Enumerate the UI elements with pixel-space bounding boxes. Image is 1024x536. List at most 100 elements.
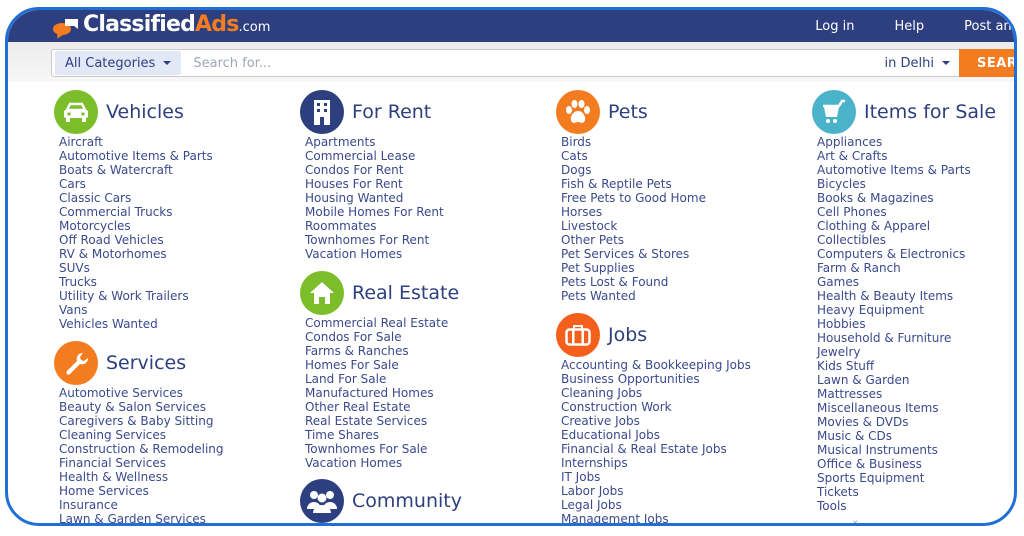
list-item[interactable]: Collectibles — [817, 233, 996, 247]
list-item[interactable]: Lawn & Garden — [817, 373, 996, 387]
list-item[interactable]: Farms & Ranches — [305, 344, 459, 358]
section-title[interactable]: Pets — [608, 101, 648, 123]
list-item[interactable]: Construction & Remodeling — [59, 442, 224, 456]
list-item[interactable]: Commercial Lease — [305, 149, 444, 163]
list-item[interactable]: Dogs — [561, 163, 706, 177]
list-item[interactable]: Pets Wanted — [561, 289, 706, 303]
list-item[interactable]: Houses For Rent — [305, 177, 444, 191]
list-item[interactable]: Commercial Real Estate — [305, 316, 459, 330]
list-item[interactable]: Office & Business — [817, 457, 996, 471]
list-item[interactable]: Kids Stuff — [817, 359, 996, 373]
list-item[interactable]: Pets Lost & Found — [561, 275, 706, 289]
list-item[interactable]: Motorcycles — [59, 219, 213, 233]
list-item[interactable]: Cars — [59, 177, 213, 191]
list-item[interactable]: Utility & Work Trailers — [59, 289, 213, 303]
list-item[interactable]: Miscellaneous Items — [817, 401, 996, 415]
section-title[interactable]: Jobs — [608, 324, 647, 346]
list-item[interactable]: Lawn & Garden Services — [59, 512, 224, 523]
list-item[interactable]: Art & Crafts — [817, 149, 996, 163]
list-item[interactable]: Financial & Real Estate Jobs — [561, 442, 751, 456]
list-item[interactable]: Free Pets to Good Home — [561, 191, 706, 205]
list-item[interactable]: Horses — [561, 205, 706, 219]
list-item[interactable]: Sports Equipment — [817, 471, 996, 485]
login-link[interactable]: Log in — [815, 19, 854, 34]
list-item[interactable]: Vacation Homes — [305, 247, 444, 261]
list-item[interactable]: Appliances — [817, 135, 996, 149]
list-item[interactable]: IT Jobs — [561, 470, 751, 484]
list-item[interactable]: Other Real Estate — [305, 400, 459, 414]
section-title[interactable]: Vehicles — [106, 101, 184, 123]
list-item[interactable]: Games — [817, 275, 996, 289]
list-item[interactable]: Educational Jobs — [561, 428, 751, 442]
category-select[interactable]: All Categories — [55, 51, 182, 75]
list-item[interactable]: Vans — [59, 303, 213, 317]
list-item[interactable]: Cell Phones — [817, 205, 996, 219]
list-item[interactable]: Classic Cars — [59, 191, 213, 205]
section-title[interactable]: For Rent — [352, 101, 431, 123]
list-item[interactable]: Aircraft — [59, 135, 213, 149]
list-item[interactable]: Hobbies — [817, 317, 996, 331]
list-item[interactable]: Time Shares — [305, 428, 459, 442]
list-item[interactable]: Jewelry — [817, 345, 996, 359]
list-item[interactable]: SUVs — [59, 261, 213, 275]
list-item[interactable]: Fish & Reptile Pets — [561, 177, 706, 191]
list-item[interactable]: Management Jobs — [561, 512, 751, 523]
list-item[interactable]: RV & Motorhomes — [59, 247, 213, 261]
list-item[interactable]: Condos For Sale — [305, 330, 459, 344]
list-item[interactable]: Books & Magazines — [817, 191, 996, 205]
list-item[interactable]: Townhomes For Rent — [305, 233, 444, 247]
list-item[interactable]: Automotive Items & Parts — [817, 163, 996, 177]
list-item[interactable]: Bicycles — [817, 177, 996, 191]
list-item[interactable]: Caregivers & Baby Sitting — [59, 414, 224, 428]
section-title[interactable]: Community — [352, 490, 462, 512]
section-title[interactable]: Services — [106, 352, 186, 374]
list-item[interactable]: Heavy Equipment — [817, 303, 996, 317]
list-item[interactable]: Creative Jobs — [561, 414, 751, 428]
list-item[interactable]: Insurance — [59, 498, 224, 512]
list-item[interactable]: Real Estate Services — [305, 414, 459, 428]
list-item[interactable]: Accounting & Bookkeeping Jobs — [561, 358, 751, 372]
section-title[interactable]: Items for Sale — [864, 101, 996, 123]
list-item[interactable]: Clothing & Apparel — [817, 219, 996, 233]
chevron-down-icon[interactable]: ⌄ — [851, 515, 859, 523]
list-item[interactable]: Internships — [561, 456, 751, 470]
list-item[interactable]: Movies & DVDs — [817, 415, 996, 429]
list-item[interactable]: Boats & Watercraft — [59, 163, 213, 177]
list-item[interactable]: Vehicles Wanted — [59, 317, 213, 331]
list-item[interactable]: Health & Wellness — [59, 470, 224, 484]
list-item[interactable]: Labor Jobs — [561, 484, 751, 498]
list-item[interactable]: Tickets — [817, 485, 996, 499]
list-item[interactable]: Tools — [817, 499, 996, 513]
list-item[interactable]: Legal Jobs — [561, 498, 751, 512]
search-input[interactable] — [191, 54, 796, 72]
list-item[interactable]: Cleaning Jobs — [561, 386, 751, 400]
location-select[interactable]: in Delhi — [885, 50, 950, 76]
list-item[interactable]: Homes For Sale — [305, 358, 459, 372]
section-title[interactable]: Real Estate — [352, 282, 459, 304]
list-item[interactable]: Vacation Homes — [305, 456, 459, 470]
list-item[interactable]: Cleaning Services — [59, 428, 224, 442]
list-item[interactable]: Trucks — [59, 275, 213, 289]
list-item[interactable]: Roommates — [305, 219, 444, 233]
search-button[interactable]: SEARCH — [959, 49, 1014, 77]
list-item[interactable]: Health & Beauty Items — [817, 289, 996, 303]
list-item[interactable]: Pet Supplies — [561, 261, 706, 275]
list-item[interactable]: Birds — [561, 135, 706, 149]
list-item[interactable]: Mobile Homes For Rent — [305, 205, 444, 219]
list-item[interactable]: Commercial Trucks — [59, 205, 213, 219]
list-item[interactable]: Automotive Items & Parts — [59, 149, 213, 163]
list-item[interactable]: Other Pets — [561, 233, 706, 247]
list-item[interactable]: Household & Furniture — [817, 331, 996, 345]
list-item[interactable]: Townhomes For Sale — [305, 442, 459, 456]
list-item[interactable]: Computers & Electronics — [817, 247, 996, 261]
list-item[interactable]: Beauty & Salon Services — [59, 400, 224, 414]
list-item[interactable]: Condos For Rent — [305, 163, 444, 177]
list-item[interactable]: Manufactured Homes — [305, 386, 459, 400]
list-item[interactable]: Cats — [561, 149, 706, 163]
list-item[interactable]: Musical Instruments — [817, 443, 996, 457]
list-item[interactable]: Automotive Services — [59, 386, 224, 400]
list-item[interactable]: Music & CDs — [817, 429, 996, 443]
site-logo[interactable]: ClassifiedAds.com — [53, 12, 270, 41]
list-item[interactable]: Land For Sale — [305, 372, 459, 386]
list-item[interactable]: Mattresses — [817, 387, 996, 401]
